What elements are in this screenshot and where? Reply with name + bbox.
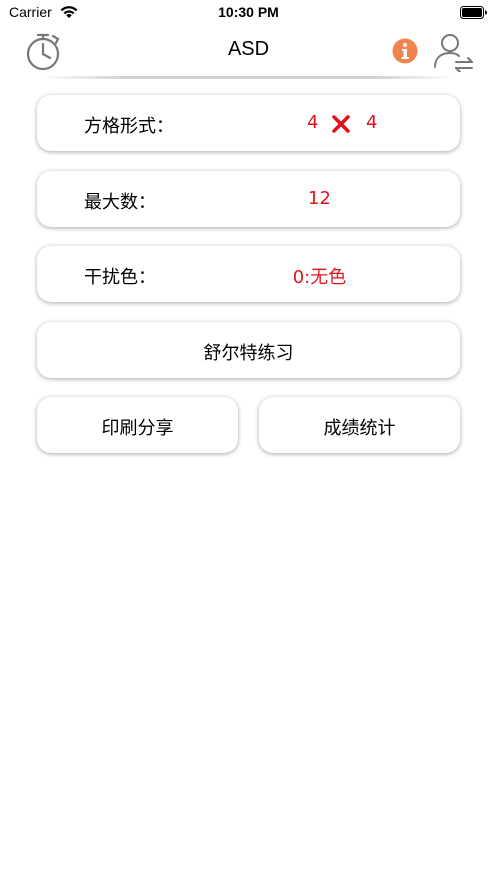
max-number-value: 12 [308,188,331,209]
distractor-color-label: 干扰色： [84,267,156,288]
print-share-button[interactable]: 印刷分享 [37,397,238,453]
nav-bar: ASD [0,26,497,78]
status-bar: Carrier 10:30 PM [0,0,497,26]
grid-format-label: 方格形式： [84,116,174,137]
grid-cols-value: 4 [366,112,378,133]
distractor-color-value: 0:无色 [292,267,347,288]
schulte-practice-button[interactable]: 舒尔特练习 [37,322,460,378]
print-share-label: 印刷分享 [101,418,174,439]
clock-label: 10:30 PM [218,4,279,20]
distractor-color-row[interactable]: 干扰色： 0:无色 [37,246,460,302]
max-number-label: 最大数： [84,192,156,213]
grid-format-value: 4 4 [302,112,392,136]
schulte-practice-label: 舒尔特练习 [203,343,294,364]
nav-divider [40,76,457,79]
statistics-label: 成绩统计 [323,418,396,439]
grid-rows-value: 4 [307,112,319,133]
statistics-button[interactable]: 成绩统计 [259,397,460,453]
multiply-icon [332,115,350,133]
info-icon[interactable] [392,38,418,64]
page-title: ASD [227,38,270,60]
switch-user-icon[interactable] [432,30,474,72]
battery-icon [460,6,487,19]
grid-format-row[interactable]: 方格形式： 4 4 [37,95,460,151]
max-number-row[interactable]: 最大数： 12 [37,171,460,227]
